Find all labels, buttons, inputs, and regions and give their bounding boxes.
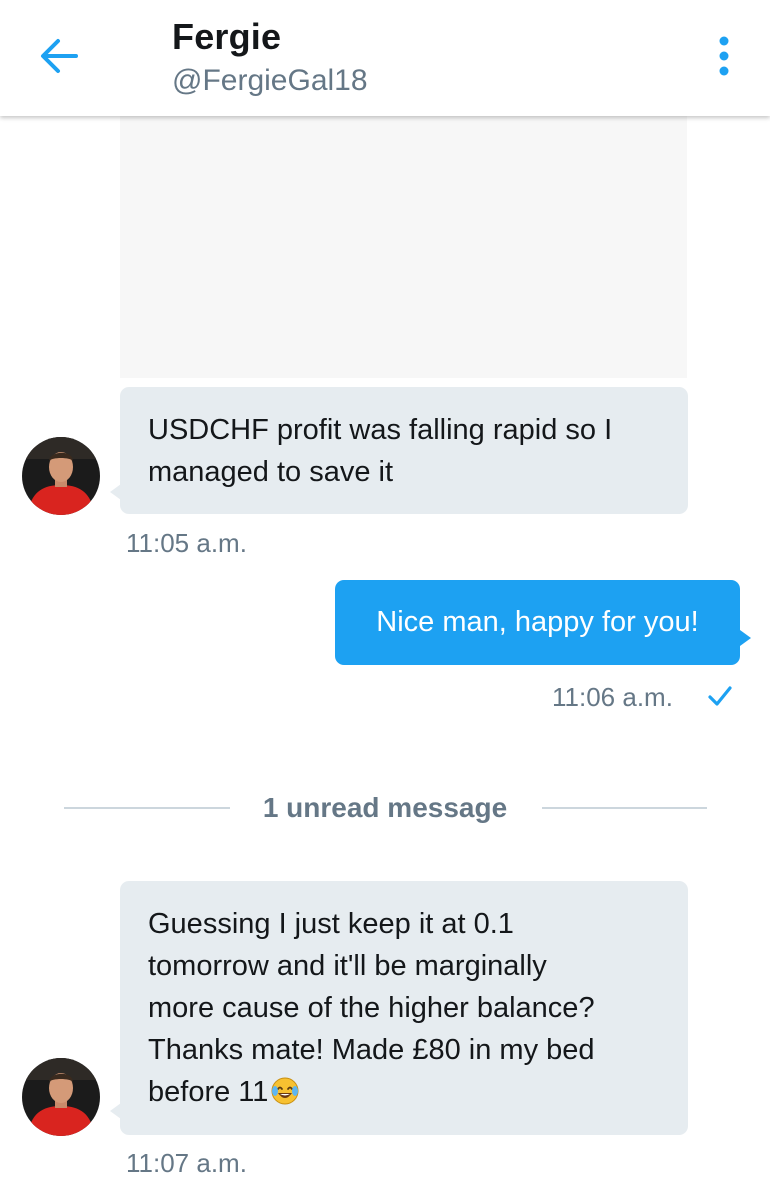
message-line: before 11: [148, 1076, 269, 1108]
contact-handle: @FergieGal18: [172, 64, 368, 97]
message-line: more cause of the higher balance?: [148, 992, 595, 1024]
message-line: tomorrow and it'll be marginally: [148, 950, 547, 982]
message-timestamp: 11:05 a.m.: [126, 528, 247, 558]
back-button[interactable]: [28, 30, 92, 82]
message-text: Nice man, happy for you!: [376, 606, 699, 638]
overflow-menu-button[interactable]: [704, 34, 744, 80]
avatar[interactable]: [22, 1058, 100, 1136]
bubble-tail: [740, 630, 751, 646]
message-timestamp: 11:06 a.m.: [552, 682, 673, 712]
message-line: Thanks mate! Made £80 in my bed: [148, 1034, 595, 1066]
avatar-photo: [22, 437, 100, 515]
message-bubble-outgoing[interactable]: Nice man, happy for you!: [335, 580, 740, 665]
checkmark-icon: [708, 686, 732, 706]
message-line: Guessing I just keep it at 0.1: [148, 908, 514, 940]
avatar[interactable]: [22, 437, 100, 515]
arrow-left-icon: [41, 39, 78, 73]
message-text: USDCHF profit was falling rapid so I man…: [148, 414, 613, 488]
avatar-photo: [22, 1058, 100, 1136]
message-line-last: before 11: [148, 1071, 660, 1113]
contact-name[interactable]: Fergie: [172, 16, 281, 58]
image-attachment[interactable]: [120, 116, 687, 378]
unread-divider-label: 1 unread message: [262, 792, 508, 823]
face-with-tears-of-joy-icon: [271, 1077, 299, 1105]
conversation-header: Fergie @FergieGal18: [0, 0, 770, 116]
more-vertical-icon: [719, 36, 729, 76]
message-timestamp: 11:07 a.m.: [126, 1148, 247, 1178]
message-bubble-incoming[interactable]: USDCHF profit was falling rapid so I man…: [120, 387, 688, 514]
message-bubble-incoming[interactable]: Guessing I just keep it at 0.1 tomorrow …: [120, 881, 688, 1135]
